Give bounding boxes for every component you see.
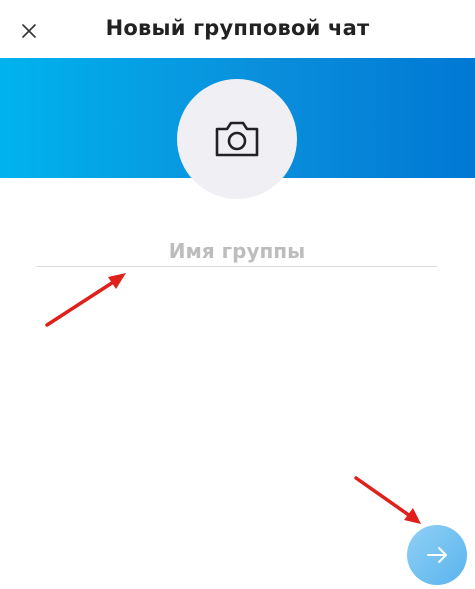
- annotation-arrowhead-next: [404, 508, 421, 524]
- camera-icon: [215, 121, 259, 157]
- group-avatar-button[interactable]: [177, 79, 297, 199]
- annotation-arrow-next: [354, 476, 415, 520]
- header: Новый групповой чат: [0, 0, 475, 58]
- annotation-arrowhead-input: [108, 273, 126, 289]
- next-button[interactable]: [407, 525, 467, 585]
- annotation-arrow-input: [45, 277, 120, 327]
- group-name-input[interactable]: [37, 236, 437, 267]
- arrow-right-icon: [427, 547, 447, 563]
- page-title: Новый групповой чат: [105, 16, 370, 40]
- new-group-chat-screen: Новый групповой чат: [0, 0, 475, 589]
